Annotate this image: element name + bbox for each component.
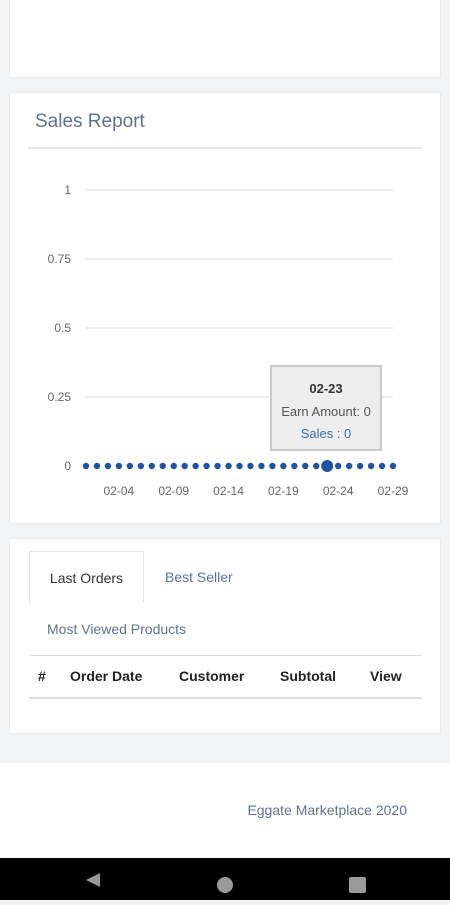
- tab-best-seller[interactable]: Best Seller: [165, 569, 233, 585]
- table-header-divider: [29, 697, 422, 699]
- tooltip-date: 02-23: [309, 381, 343, 396]
- data-point[interactable]: [313, 462, 320, 470]
- sales-report-title: Sales Report: [35, 111, 145, 132]
- data-point[interactable]: [192, 462, 199, 470]
- data-point[interactable]: [345, 462, 353, 470]
- y-tick-label: 0.25: [48, 390, 72, 404]
- data-point[interactable]: [389, 462, 397, 470]
- highlighted-data-point[interactable]: [321, 460, 334, 472]
- x-tick-label: 02-04: [104, 484, 135, 498]
- y-tick-label: 0: [64, 459, 71, 473]
- footer-text: Eggate Marketplace 2020: [247, 802, 407, 818]
- x-tick-label: 02-19: [268, 484, 299, 498]
- data-point[interactable]: [302, 462, 309, 470]
- data-point[interactable]: [269, 462, 276, 470]
- recent-apps-button[interactable]: [328, 858, 388, 900]
- top-card: [9, 0, 441, 78]
- tooltip-earn-amount: Earn Amount: 0: [281, 404, 371, 419]
- sales-report-divider: [28, 147, 422, 149]
- data-point[interactable]: [367, 462, 375, 470]
- sales-report-card: Sales Report 1 0.75 0.5 0.25 0 02-04 02-09 02-1…: [9, 92, 441, 524]
- home-button[interactable]: [195, 858, 255, 900]
- table-top-divider: [29, 655, 422, 656]
- tab-last-orders[interactable]: Last Orders: [29, 551, 144, 603]
- data-point[interactable]: [378, 462, 386, 470]
- y-tick-label: 1: [64, 183, 71, 197]
- sales-chart[interactable]: 1 0.75 0.5 0.25 0 02-04 02-09 02-14 02-19 02-24 02…: [10, 153, 440, 523]
- back-button[interactable]: [62, 858, 122, 900]
- y-tick-label: 0.75: [48, 252, 72, 266]
- chart-tooltip: 02-23 Earn Amount: 0 Sales : 0: [270, 365, 382, 451]
- data-point[interactable]: [247, 462, 254, 470]
- data-point[interactable]: [280, 462, 287, 470]
- data-point[interactable]: [214, 462, 221, 470]
- data-point[interactable]: [148, 462, 155, 470]
- data-point[interactable]: [104, 462, 112, 470]
- x-tick-label: 02-24: [323, 484, 354, 498]
- data-point[interactable]: [82, 462, 90, 470]
- data-point[interactable]: [93, 462, 101, 470]
- recent-apps-icon: [349, 877, 366, 893]
- data-point[interactable]: [225, 462, 232, 470]
- data-point[interactable]: [291, 462, 298, 470]
- data-point[interactable]: [334, 462, 342, 470]
- back-icon: [86, 873, 100, 887]
- column-header-subtotal: Subtotal: [280, 668, 336, 684]
- android-navigation-bar: [0, 858, 450, 900]
- column-header-number: #: [38, 668, 46, 684]
- data-point[interactable]: [159, 462, 166, 470]
- data-point[interactable]: [203, 462, 210, 470]
- home-icon: [217, 877, 233, 893]
- data-point[interactable]: [137, 462, 145, 470]
- footer: Eggate Marketplace 2020: [0, 763, 450, 858]
- tooltip-sales: Sales : 0: [300, 426, 352, 441]
- column-header-view: View: [370, 668, 402, 684]
- column-header-order-date: Order Date: [70, 668, 143, 684]
- data-point[interactable]: [126, 462, 134, 470]
- y-tick-label: 0.5: [54, 321, 71, 335]
- data-point[interactable]: [236, 462, 243, 470]
- tab-most-viewed-products[interactable]: Most Viewed Products: [47, 621, 186, 637]
- x-tick-label: 02-29: [378, 484, 409, 498]
- data-point[interactable]: [115, 462, 123, 470]
- column-header-customer: Customer: [179, 668, 245, 684]
- x-tick-label: 02-14: [213, 484, 244, 498]
- data-point[interactable]: [170, 462, 177, 470]
- data-point[interactable]: [356, 462, 364, 470]
- data-point[interactable]: [181, 462, 188, 470]
- x-tick-label: 02-09: [158, 484, 189, 498]
- data-point[interactable]: [258, 462, 265, 470]
